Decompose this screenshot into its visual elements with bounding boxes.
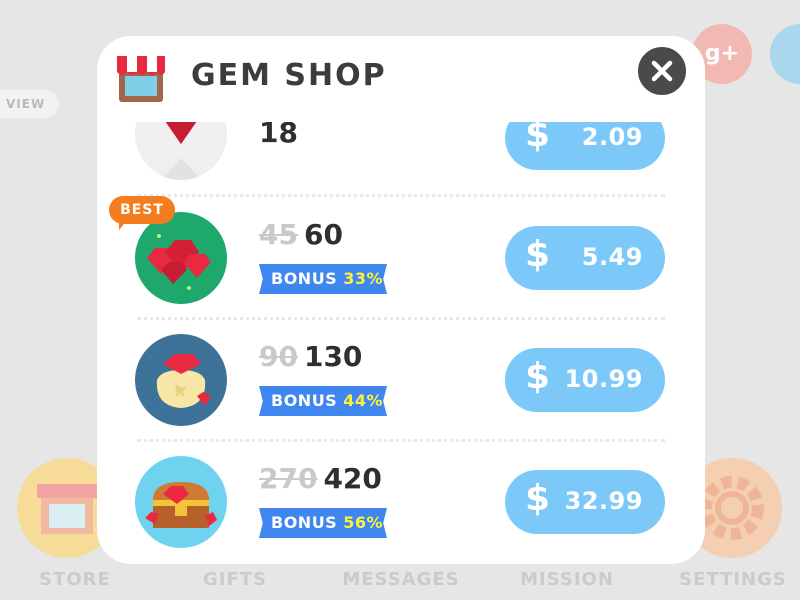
- bonus-label: BONUS: [271, 269, 338, 288]
- old-gem-quantity: 90: [259, 340, 298, 373]
- gem-quantity: 90 130: [259, 340, 362, 373]
- dialog-header: GEM SHOP: [97, 36, 705, 122]
- old-gem-quantity: 45: [259, 218, 298, 251]
- price-label: 2.09: [581, 123, 643, 151]
- price-label: 5.49: [581, 243, 643, 271]
- nav-messages-label: MESSAGES: [342, 569, 460, 590]
- old-gem-quantity: 270: [259, 462, 318, 495]
- best-badge-tail: [119, 220, 127, 230]
- bonus-label: BONUS: [271, 391, 338, 410]
- bonus-ribbon: BONUS 56%: [259, 508, 387, 538]
- nav-mission-label: MISSION: [520, 569, 614, 590]
- close-icon: [651, 60, 673, 82]
- buy-button[interactable]: $ 32.99: [505, 470, 665, 534]
- nav-gifts-label: GIFTS: [202, 569, 267, 590]
- view-button: VIEW: [0, 90, 60, 118]
- dollar-icon: $: [525, 356, 551, 397]
- bonus-ribbon: BONUS 33%: [259, 264, 387, 294]
- treasure-chest-icon: [135, 456, 227, 548]
- gem-quantity-value: 420: [323, 462, 382, 495]
- buy-button[interactable]: $ 10.99: [505, 348, 665, 412]
- gem-quantity: 45 60: [259, 218, 343, 251]
- bonus-ribbon: BONUS 44%: [259, 386, 387, 416]
- dollar-icon: $: [525, 234, 551, 275]
- gem-shop-dialog: 18 $ 2.09 45 60 BONUS 33% $ 5.49 90 130 …: [97, 36, 705, 564]
- row-divider: [137, 439, 665, 442]
- gem-quantity-value: 60: [303, 218, 343, 251]
- gem-bag-icon: [135, 334, 227, 426]
- bonus-percent: 56%: [343, 513, 384, 532]
- row-divider: [137, 317, 665, 320]
- nav-store-label: STORE: [39, 569, 111, 590]
- gem-quantity: 270 420: [259, 462, 382, 495]
- row-divider: [137, 194, 665, 197]
- bonus-percent: 44%: [343, 391, 384, 410]
- dialog-title: GEM SHOP: [191, 58, 387, 93]
- dollar-icon: $: [525, 478, 551, 519]
- close-button[interactable]: [634, 43, 690, 99]
- bonus-percent: 33%: [343, 269, 384, 288]
- gem-offer-row[interactable]: 270 420 BONUS 56% $ 32.99: [97, 446, 705, 564]
- shop-awning-icon: [113, 50, 169, 106]
- gem-offer-row[interactable]: 90 130 BONUS 44% $ 10.99: [97, 324, 705, 446]
- nav-settings-label: SETTINGS: [679, 569, 787, 590]
- gem-pile-icon: [135, 212, 227, 304]
- gem-offer-row[interactable]: 45 60 BONUS 33% $ 5.49: [97, 202, 705, 324]
- buy-button[interactable]: $ 5.49: [505, 226, 665, 290]
- twitter-icon: [770, 24, 800, 84]
- price-label: 10.99: [564, 365, 643, 393]
- price-label: 32.99: [564, 487, 643, 515]
- bonus-label: BONUS: [271, 513, 338, 532]
- gem-quantity-value: 130: [303, 340, 363, 373]
